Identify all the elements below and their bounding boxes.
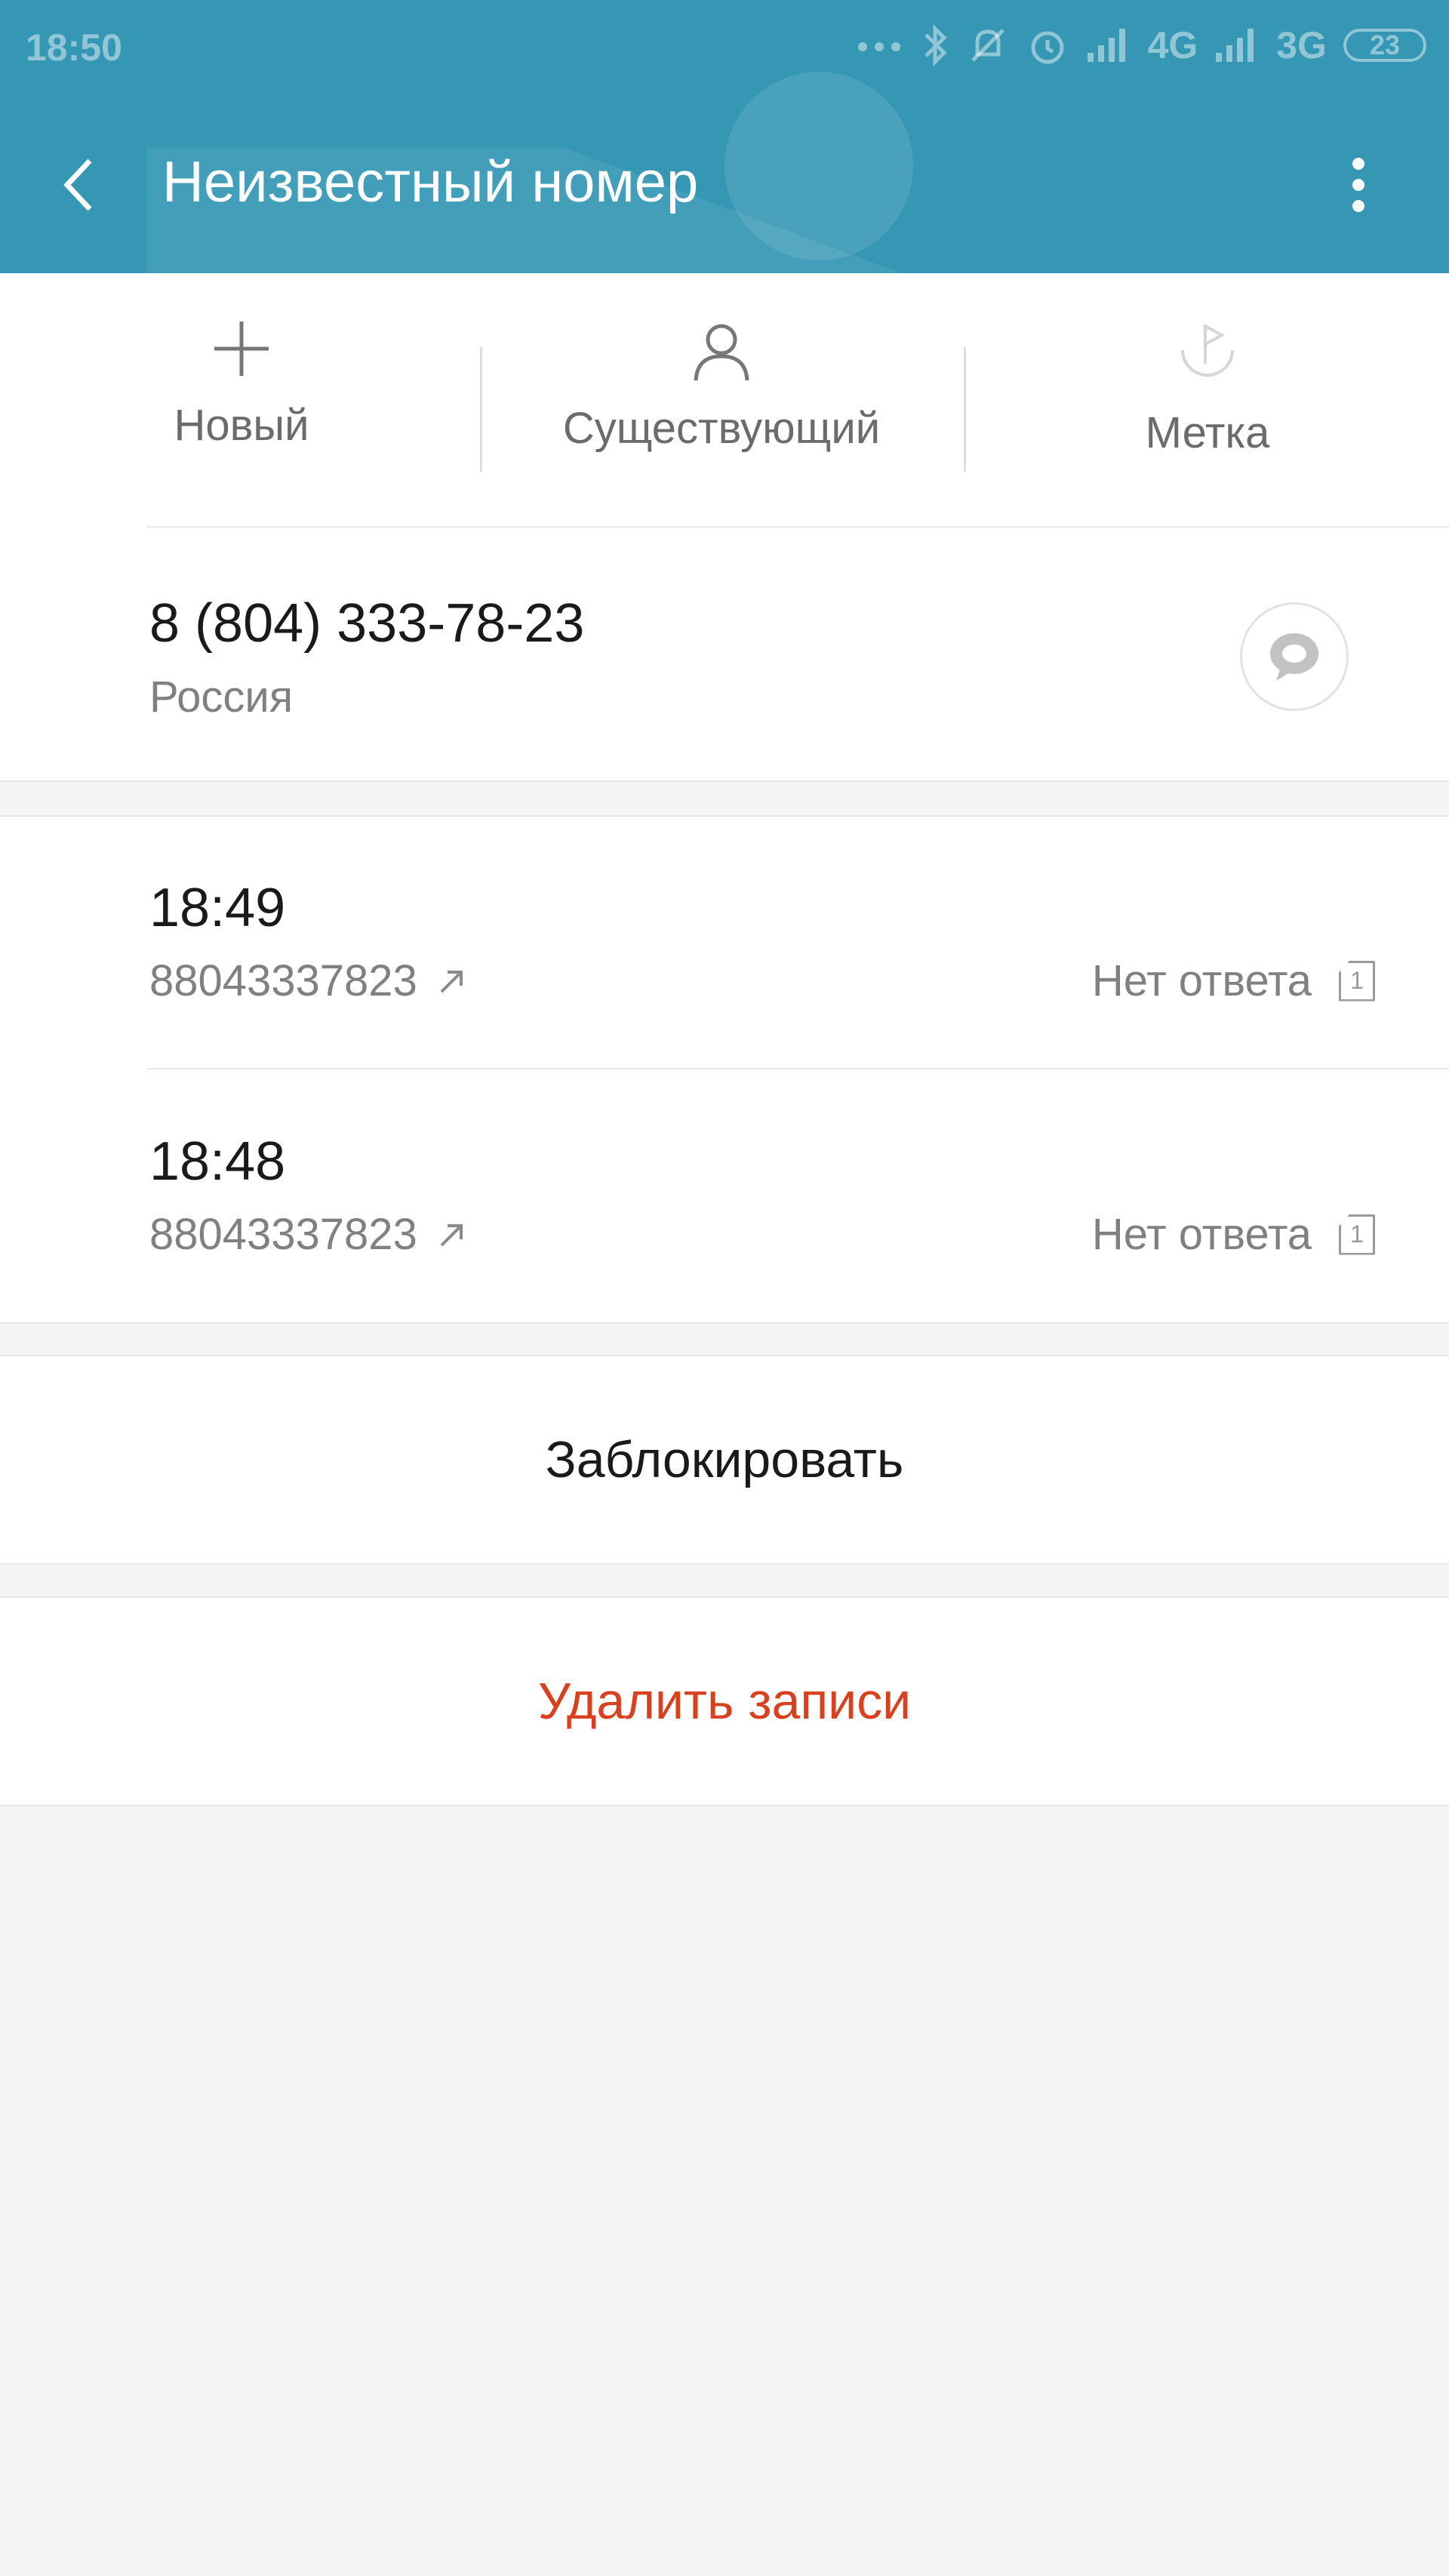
divider: [147, 1068, 1449, 1069]
network-4g: 4G: [1147, 24, 1198, 66]
status-time: 18:50: [26, 26, 122, 69]
chevron-left-icon: [63, 158, 92, 211]
sim-card-icon: 1: [1339, 1214, 1375, 1255]
call-log-item[interactable]: 18:49 88043337823 Нет ответа 1: [0, 817, 1449, 1069]
tag-label: Метка: [1145, 408, 1270, 457]
tag-button[interactable]: Метка: [1087, 319, 1328, 507]
outgoing-arrow-icon: [440, 970, 463, 993]
alarm-icon: [1026, 23, 1069, 67]
page-title: Неизвестный номер: [162, 150, 699, 214]
person-icon: [694, 324, 749, 381]
call-status: Нет ответа: [1091, 956, 1312, 1005]
new-contact-button[interactable]: Новый: [132, 319, 351, 507]
new-contact-label: Новый: [174, 401, 309, 450]
call-time: 18:49: [149, 878, 286, 938]
divider: [147, 526, 1449, 528]
flag-icon: [1181, 325, 1234, 377]
call-log: 18:49 88043337823 Нет ответа 1 18:48 880…: [0, 815, 1449, 1324]
battery-icon: 23: [1343, 29, 1426, 62]
sim-card-icon: 1: [1339, 960, 1375, 1002]
phone-number: 8 (804) 333-78-23: [149, 593, 585, 654]
mute-icon: [967, 24, 1009, 66]
more-options-button[interactable]: [1328, 151, 1389, 219]
country-label: Россия: [149, 672, 294, 722]
block-label: Заблокировать: [545, 1431, 904, 1488]
message-bubble-icon: [1270, 633, 1318, 681]
delete-label: Удалить записи: [537, 1673, 912, 1730]
call-status: Нет ответа: [1091, 1210, 1312, 1259]
existing-contact-label: Существующий: [562, 404, 881, 453]
signal-icon: [1086, 27, 1131, 63]
status-bar: 18:50 4G 3G 23: [0, 0, 1449, 98]
call-status-line: Нет ответа 1: [1092, 1209, 1375, 1260]
status-icons: 4G 3G 23: [857, 23, 1426, 68]
back-button[interactable]: [45, 151, 113, 219]
call-log-item[interactable]: 18:48 88043337823 Нет ответа 1: [0, 1070, 1449, 1322]
divider: [964, 347, 966, 472]
bluetooth-icon: [920, 23, 950, 68]
call-time: 18:48: [149, 1131, 286, 1192]
call-number: 88043337823: [149, 956, 417, 1005]
plus-icon: [214, 322, 269, 376]
divider: [480, 347, 482, 472]
call-status-line: Нет ответа 1: [1092, 956, 1375, 1006]
block-button[interactable]: Заблокировать: [0, 1355, 1449, 1565]
header: 18:50 4G 3G 23 Неизвестный номер: [0, 0, 1449, 273]
call-number: 88043337823: [149, 1210, 417, 1259]
existing-contact-button[interactable]: Существующий: [528, 319, 915, 507]
more-vertical-icon: [1352, 158, 1364, 212]
call-number-line: 88043337823: [149, 956, 467, 1006]
contact-actions-panel: Новый Существующий Метка 8 (804) 333-78-…: [0, 273, 1449, 782]
delete-records-button[interactable]: Удалить записи: [0, 1596, 1449, 1806]
dots-icon: [857, 38, 903, 53]
network-3g: 3G: [1276, 24, 1327, 66]
send-message-button[interactable]: [1240, 602, 1349, 711]
call-number-line: 88043337823: [149, 1209, 467, 1260]
signal-icon: [1214, 27, 1260, 63]
app-bar: Неизвестный номер: [0, 121, 1449, 249]
outgoing-arrow-icon: [440, 1223, 463, 1246]
